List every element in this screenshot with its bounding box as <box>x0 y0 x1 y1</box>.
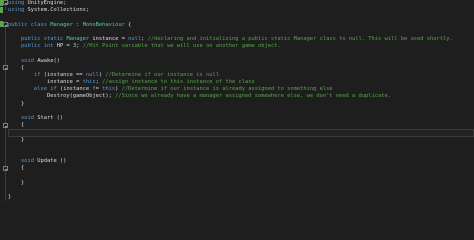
code-type: Manager <box>66 35 90 42</box>
code-comment: //Determine if our instance is already a… <box>121 86 333 93</box>
code-comment: //Since we already have a manager assign… <box>115 93 391 100</box>
code-keyword: static <box>43 35 64 42</box>
code-line[interactable]: void Start () <box>8 115 474 122</box>
code-line[interactable]: public static Manager instance = null; /… <box>8 36 474 43</box>
code-line[interactable] <box>8 144 474 151</box>
code-keyword: void <box>20 57 34 64</box>
code-line[interactable]: void Awake() <box>8 58 474 65</box>
code-token: Start () <box>33 115 64 121</box>
code-keyword: null <box>128 35 142 42</box>
code-line[interactable] <box>8 29 474 36</box>
code-keyword: else <box>33 86 47 93</box>
code-token: instance = <box>46 79 83 86</box>
code-token: (instance == <box>40 71 86 78</box>
code-line[interactable]: void Update () <box>8 158 474 165</box>
code-token: { <box>124 21 132 28</box>
code-editor[interactable]: using UnityEngine; using System.Collectio… <box>0 0 474 213</box>
code-keyword: using <box>8 0 25 6</box>
code-token: instance = <box>89 35 129 42</box>
code-token: { <box>20 165 25 172</box>
code-area[interactable]: using UnityEngine; using System.Collectio… <box>8 0 474 201</box>
code-keyword: void <box>20 115 34 121</box>
code-comment: //Determine if our instance is null <box>105 71 219 78</box>
code-keyword: this <box>102 86 116 93</box>
code-keyword: public <box>8 21 28 28</box>
code-line[interactable]: public class Manager : MonoBehaviour { <box>8 22 474 29</box>
code-comment: //assign instance to this instance of th… <box>102 79 255 86</box>
code-line[interactable]: } <box>8 180 474 187</box>
code-token: } <box>20 179 25 186</box>
code-keyword: int <box>43 43 54 50</box>
code-token: Update () <box>33 158 67 165</box>
code-line[interactable]: { <box>8 65 474 72</box>
code-token: (instance != <box>56 86 103 93</box>
code-line[interactable]: instance = this; //assign instance to th… <box>8 79 474 86</box>
code-token: : <box>72 21 83 28</box>
code-line[interactable] <box>8 151 474 158</box>
code-line[interactable] <box>8 173 474 180</box>
fold-guide <box>5 27 6 201</box>
code-keyword: void <box>20 158 34 165</box>
code-keyword: using <box>8 7 25 14</box>
code-line[interactable]: { <box>8 165 474 172</box>
code-keyword: this <box>82 79 96 86</box>
code-line[interactable] <box>8 187 474 194</box>
code-token: UnityEngine; <box>24 0 67 6</box>
code-keyword: class <box>30 21 47 28</box>
code-type: MonoBehaviour <box>82 21 125 28</box>
code-line[interactable]: } <box>8 101 474 108</box>
code-comment: //Hit Point variable that we will use on… <box>82 43 281 50</box>
current-line[interactable] <box>8 129 474 137</box>
code-token: { <box>20 64 25 71</box>
code-line[interactable]: if (instance == null) //Determine if our… <box>8 72 474 79</box>
editor-gutter <box>0 0 4 213</box>
code-line[interactable] <box>8 50 474 57</box>
code-line[interactable]: Destroy(gameObject); //Since we already … <box>8 93 474 100</box>
code-type: Manager <box>50 21 73 28</box>
code-line[interactable]: } <box>8 194 474 201</box>
code-keyword: public <box>20 43 41 50</box>
code-line[interactable]: using UnityEngine; <box>8 0 474 7</box>
code-token: } <box>8 194 12 201</box>
code-keyword: public <box>20 35 41 42</box>
code-line[interactable]: { <box>8 122 474 129</box>
code-line[interactable]: else if (instance != this) //Determine i… <box>8 86 474 93</box>
code-line[interactable]: public int HP = 3; //Hit Point variable … <box>8 43 474 50</box>
code-comment: //declaring and initializing a public st… <box>147 35 453 42</box>
code-keyword: null <box>85 71 99 78</box>
code-line[interactable]: using System.Collections; <box>8 7 474 14</box>
change-marker <box>0 7 3 13</box>
code-line[interactable] <box>8 14 474 21</box>
code-token: } <box>20 136 25 143</box>
code-token: } <box>20 100 25 107</box>
code-line[interactable]: } <box>8 137 474 144</box>
code-token: Awake() <box>33 57 60 64</box>
code-token: Destroy(gameObject); <box>46 93 116 100</box>
code-line[interactable] <box>8 108 474 115</box>
code-token: System.Collections; <box>24 7 90 14</box>
code-token: { <box>20 122 25 129</box>
code-token: HP = <box>53 43 73 50</box>
